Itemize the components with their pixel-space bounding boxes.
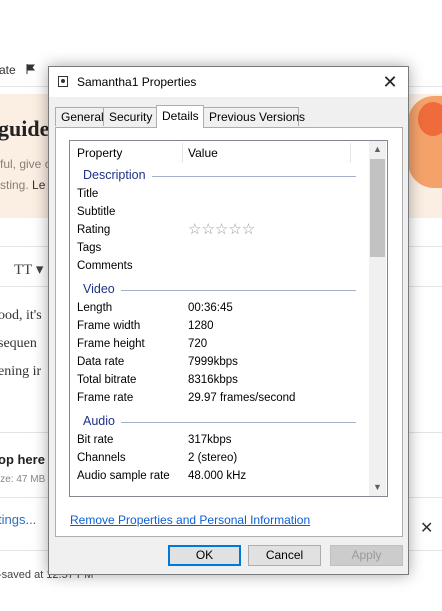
tab-general[interactable]: General <box>55 107 104 126</box>
scroll-down-icon[interactable]: ▼ <box>369 479 386 496</box>
close-icon[interactable]: ✕ <box>420 518 433 538</box>
banner-line-2: sting. Le <box>0 178 46 192</box>
illustration-avatar <box>408 96 442 188</box>
banner-line-1: ful, give c <box>0 157 51 171</box>
banner-heading: guide <box>0 116 50 141</box>
dialog-title: Samantha1 Properties <box>77 75 197 89</box>
settings-link[interactable]: tings... <box>0 512 36 527</box>
property-row[interactable]: Frame height 720 <box>77 337 367 355</box>
tab-previous-versions[interactable]: Previous Versions <box>203 107 305 126</box>
group-heading: Video <box>83 282 121 296</box>
property-row[interactable]: Data rate 7999kbps <box>77 355 367 373</box>
text-size-icon[interactable]: TT ▾ <box>14 260 43 279</box>
properties-list[interactable]: Property Value Description Title Subtitl… <box>69 140 388 497</box>
remove-properties-link[interactable]: Remove Properties and Personal Informati… <box>70 513 310 527</box>
scroll-up-icon[interactable]: ▲ <box>369 141 386 158</box>
body-text-line: ood, it's <box>0 308 42 323</box>
property-row[interactable]: Rating ☆☆☆☆☆ <box>77 220 367 241</box>
column-divider[interactable] <box>182 143 183 163</box>
column-divider[interactable] <box>350 143 351 163</box>
tab-details[interactable]: Details <box>156 105 204 128</box>
column-header-value[interactable]: Value <box>188 146 218 160</box>
group-heading: Audio <box>83 414 121 428</box>
property-row[interactable]: Tags <box>77 241 367 259</box>
title-bar[interactable]: Samantha1 Properties ✕ <box>49 67 408 97</box>
properties-dialog: Samantha1 Properties ✕ General Security … <box>48 66 409 575</box>
list-header: Property Value <box>70 141 370 165</box>
group-heading: Description <box>83 168 152 182</box>
property-row[interactable]: Total bitrate 8316kbps <box>77 373 367 391</box>
scroll-thumb[interactable] <box>370 159 385 257</box>
property-row[interactable]: Length 00:36:45 <box>77 301 367 319</box>
attachment-size: ize: 47 MB <box>0 474 46 485</box>
vertical-scrollbar[interactable]: ▲ ▼ <box>369 141 386 496</box>
ok-button[interactable]: OK <box>168 545 241 566</box>
media-file-icon <box>58 76 68 87</box>
property-row[interactable]: Bit rate 317kbps <box>77 433 367 451</box>
cancel-button[interactable]: Cancel <box>248 545 321 566</box>
rating-stars-icon[interactable]: ☆☆☆☆☆ <box>188 220 255 238</box>
flag-icon <box>26 64 36 74</box>
property-row[interactable]: Channels 2 (stereo) <box>77 451 367 469</box>
column-header-property[interactable]: Property <box>77 146 122 160</box>
body-text-line: ening ir <box>0 364 42 379</box>
apply-button[interactable]: Apply <box>330 545 403 566</box>
property-row[interactable]: Title <box>77 187 367 205</box>
property-row[interactable]: Frame width 1280 <box>77 319 367 337</box>
toolbar-text: ate <box>0 63 16 77</box>
property-row[interactable]: Audio sample rate 48.000 kHz <box>77 469 367 487</box>
close-button[interactable]: ✕ <box>378 70 402 94</box>
details-panel: Property Value Description Title Subtitl… <box>55 127 403 537</box>
body-text-line: sequen <box>0 336 37 351</box>
property-row[interactable]: Comments <box>77 259 367 277</box>
property-row[interactable]: Frame rate 29.97 frames/second <box>77 391 367 409</box>
tab-security[interactable]: Security <box>103 107 157 126</box>
